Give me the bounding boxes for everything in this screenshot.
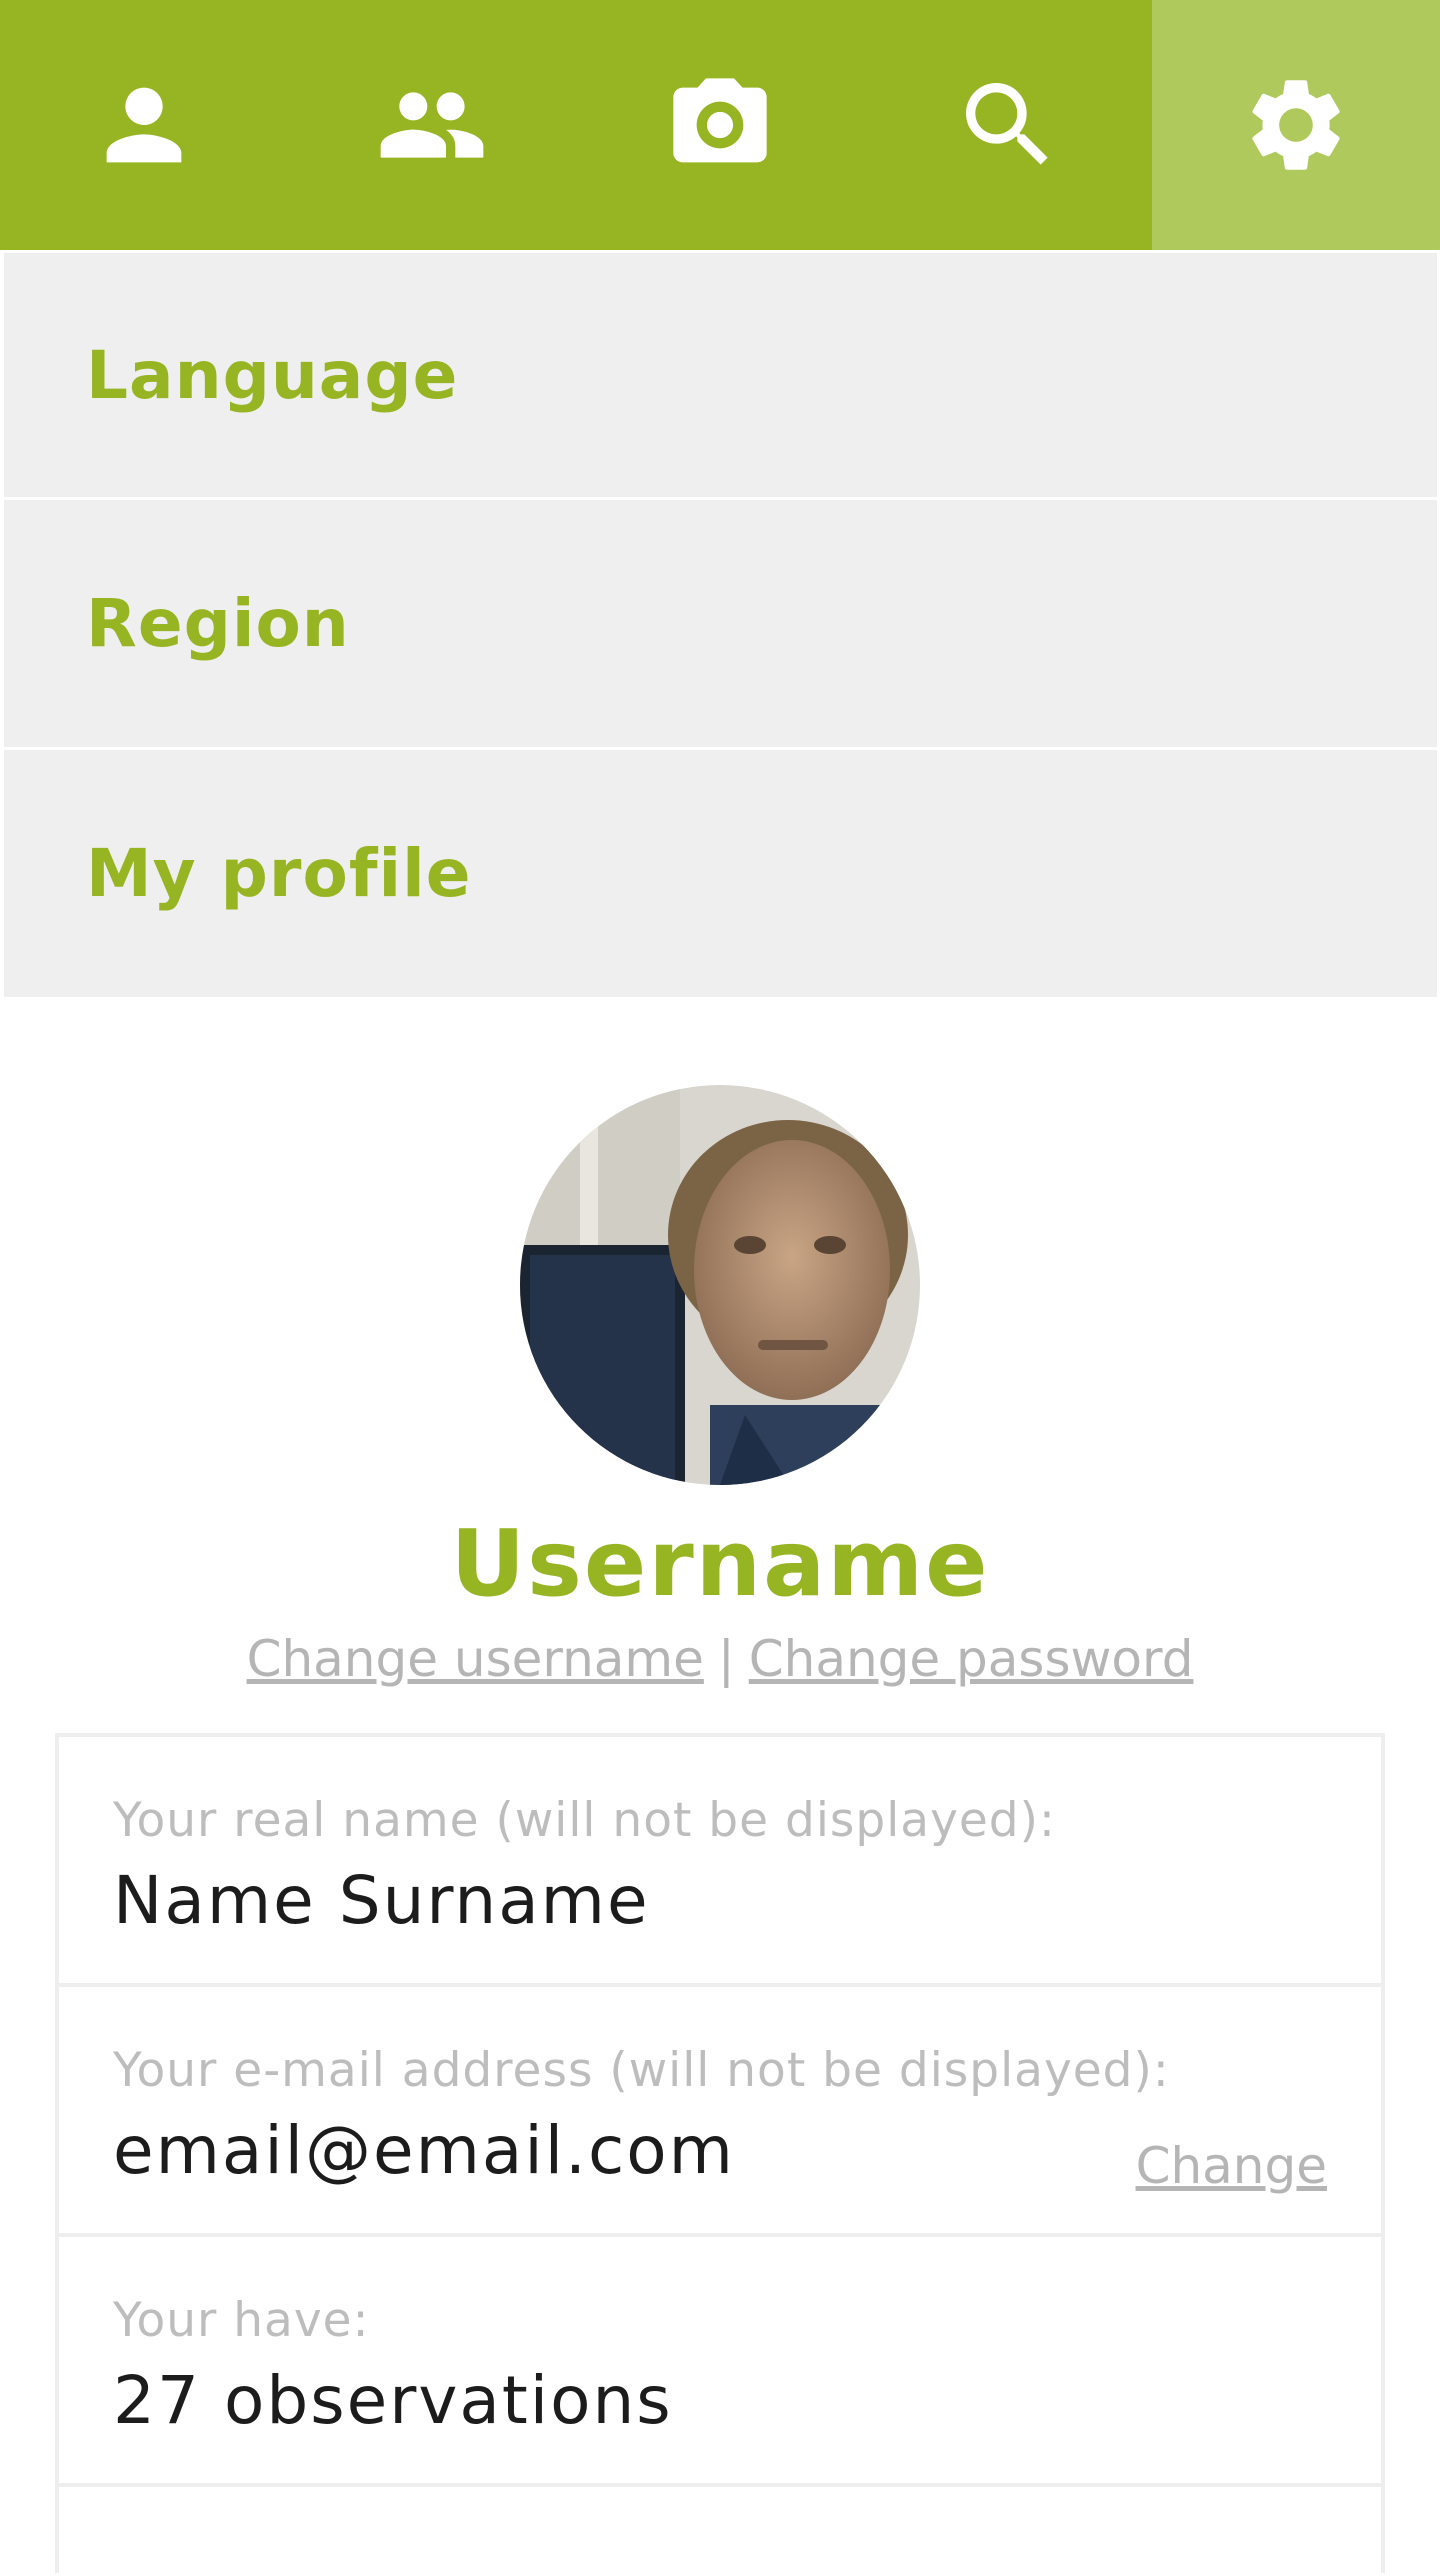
observations-row: Your have: 27 observations xyxy=(59,2237,1381,2487)
avatar xyxy=(520,1085,920,1485)
tab-profile[interactable] xyxy=(0,0,288,250)
real-name-value: Name Surname xyxy=(113,1862,650,1939)
account-links: Change username | Change password xyxy=(0,1630,1440,1688)
camera-icon xyxy=(673,78,767,163)
observations-label: Your have: xyxy=(113,2293,370,2348)
profile-username: Username xyxy=(450,1510,990,1617)
change-email-link[interactable]: Change xyxy=(1136,2137,1327,2195)
settings-menu: Language Region My profile xyxy=(0,250,1440,1000)
person-icon xyxy=(106,87,182,163)
real-name-row: Your real name (will not be displayed): … xyxy=(59,1737,1381,1987)
observations-value: 27 observations xyxy=(113,2362,673,2439)
email-row: Your e-mail address (will not be display… xyxy=(59,1987,1381,2237)
change-username-link[interactable]: Change username xyxy=(247,1630,704,1688)
tab-settings[interactable] xyxy=(1152,0,1440,250)
real-name-label: Your real name (will not be displayed): xyxy=(113,1793,1056,1848)
tab-community[interactable] xyxy=(288,0,576,250)
menu-item-my-profile[interactable]: My profile xyxy=(0,750,1440,1000)
email-label: Your e-mail address (will not be display… xyxy=(113,2043,1170,2098)
tab-camera[interactable] xyxy=(576,0,864,250)
change-password-link[interactable]: Change password xyxy=(749,1630,1194,1688)
search-icon xyxy=(966,83,1048,165)
link-separator: | xyxy=(717,1630,735,1688)
tab-search[interactable] xyxy=(864,0,1152,250)
profile-photo xyxy=(520,1085,920,1485)
people-icon xyxy=(380,92,484,158)
top-tab-bar xyxy=(0,0,1440,250)
gear-icon xyxy=(1252,80,1340,170)
profile-info-card: Your real name (will not be displayed): … xyxy=(55,1733,1385,2573)
menu-item-region[interactable]: Region xyxy=(0,500,1440,750)
menu-item-language[interactable]: Language xyxy=(0,250,1440,500)
